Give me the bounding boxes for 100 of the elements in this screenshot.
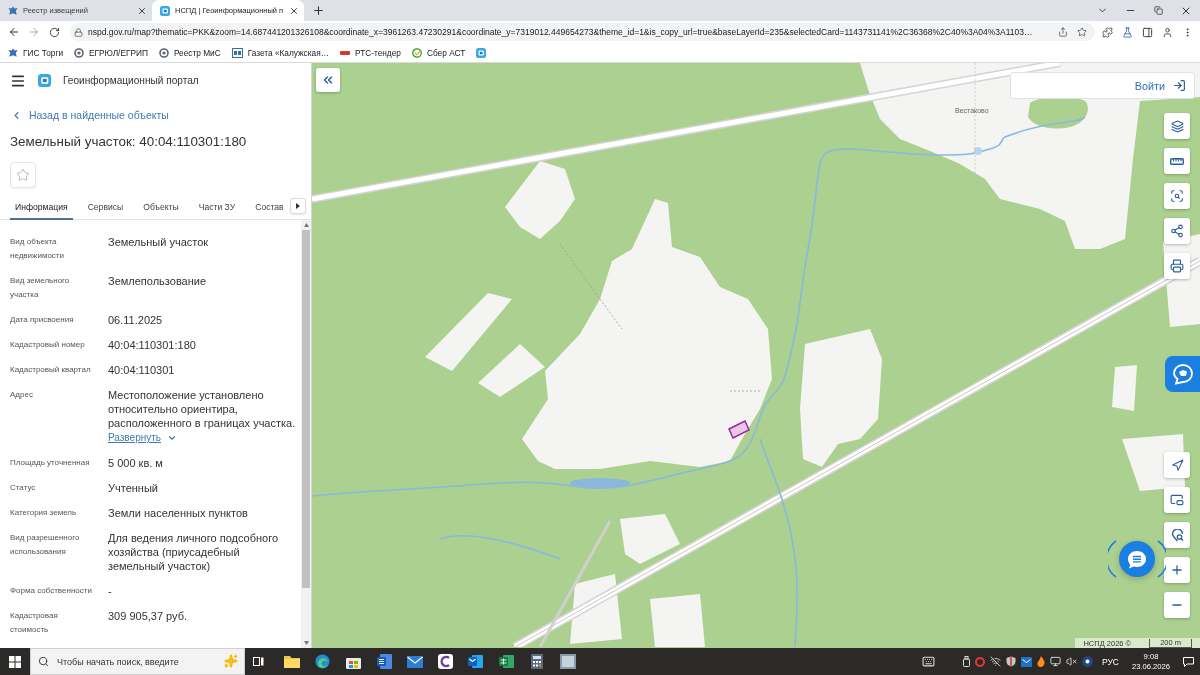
side-tab-button[interactable] [1165, 356, 1200, 392]
task-view-icon[interactable] [252, 656, 264, 667]
document-icon[interactable] [376, 654, 392, 669]
shield-icon[interactable] [1005, 656, 1016, 667]
folder-icon[interactable] [284, 655, 301, 668]
property-label: Статус [10, 482, 37, 494]
monitor-icon[interactable] [1049, 656, 1061, 667]
bookmark-link[interactable]: Сбер АСТ [411, 47, 466, 58]
flame-icon[interactable] [1036, 656, 1045, 667]
address-field[interactable]: nspd.gov.ru/map?thematic=PKK&zoom=14.687441201326108&coordinate_x=3961263.47230291&coordinate_y=7319012.449654273&theme_id=1&is_copy_url=true&baseLayerId=235&selectedCard=1143731141%2C36368%2C40%3A04%3A1103… [70, 23, 1095, 41]
keyboard-icon[interactable] [921, 655, 935, 668]
footpath-line [729, 390, 763, 392]
layers-button[interactable] [1164, 113, 1190, 139]
print-icon [1170, 259, 1184, 273]
panel-tab[interactable]: Информация [10, 195, 73, 220]
property-value: Для ведения личного подсобного хозяйства (приусадебный земельный участок) [108, 531, 280, 573]
location-search-button[interactable] [1164, 522, 1190, 548]
plus-icon [311, 4, 325, 17]
panel-tab[interactable]: Состав [250, 195, 289, 220]
property-label: Вид объекта недвижимости [10, 236, 65, 262]
navigate-button[interactable] [1164, 452, 1190, 478]
scroll-thumb[interactable] [302, 230, 310, 588]
forest-patch [1028, 96, 1088, 129]
parcel-outline[interactable] [728, 420, 750, 439]
envelope-icon[interactable] [406, 655, 423, 668]
usb-drive-icon[interactable] [962, 656, 970, 667]
language-indicator[interactable]: РУС [1101, 656, 1119, 667]
user-icon [1161, 26, 1173, 38]
panel-tab[interactable]: Объекты [138, 195, 184, 220]
tabs-scroll-button[interactable] [290, 198, 306, 214]
close-icon[interactable] [289, 5, 299, 16]
layers-icon [1170, 119, 1184, 133]
picture-icon[interactable] [559, 654, 576, 669]
property-value: Учтенный [108, 481, 158, 495]
zoom-in-button[interactable] [1164, 557, 1190, 583]
envelope-icon[interactable] [1020, 656, 1032, 667]
notification-icon[interactable] [1183, 656, 1194, 667]
scan-search-icon [1170, 189, 1184, 203]
property-label: Площадь уточненная [10, 457, 91, 469]
panel-tab[interactable]: Части ЗУ [193, 195, 241, 220]
search-field[interactable]: Чтобы начать поиск, введите [30, 648, 245, 675]
portal-title: Геоинформационный портал [63, 75, 199, 86]
property-value: 5 000 кв. м [108, 456, 163, 470]
area-select-button[interactable] [1164, 183, 1190, 209]
star-icon[interactable] [1077, 27, 1087, 37]
share-icon[interactable] [1058, 27, 1068, 37]
share-button[interactable] [1164, 218, 1190, 244]
pulse-rings-icon [1108, 537, 1166, 581]
speech-logo-icon [1172, 363, 1194, 385]
property-label: Форма собственности [10, 585, 93, 597]
chevrons-left-icon [321, 73, 335, 87]
restore-icon [1153, 6, 1163, 15]
close-icon[interactable] [137, 5, 147, 16]
property-value: 309 905,37 руб. [108, 609, 188, 623]
back-link[interactable]: Назад в найденные объекты [11, 106, 169, 124]
property-value: Земельный участок [108, 235, 209, 249]
clearing-area [620, 514, 680, 564]
swirl-icon[interactable] [315, 654, 331, 669]
volume-muted-icon[interactable] [1065, 656, 1077, 667]
dot-circle-icon[interactable] [1081, 656, 1093, 667]
lock-icon[interactable] [74, 27, 83, 37]
calculator-icon[interactable] [531, 654, 544, 669]
property-label: Дата присвоения [10, 314, 75, 326]
login-button[interactable]: Войти [1010, 72, 1195, 99]
scrollbar[interactable] [301, 220, 311, 648]
property-value: 40:04:110301 [108, 363, 175, 377]
bookmark-link[interactable]: ГИС Торги [8, 47, 64, 58]
zoom-out-button[interactable] [1164, 592, 1190, 618]
property-value: Землепользование [108, 274, 207, 288]
ruler-icon [1170, 157, 1184, 165]
share-icon [1170, 224, 1184, 238]
ring-icon[interactable] [974, 656, 985, 667]
expand-link[interactable]: Развернуть [108, 431, 177, 445]
arc-icon[interactable] [437, 654, 453, 669]
bookmark-link[interactable]: РТС-тендер [340, 47, 401, 58]
clearing-area [570, 574, 622, 644]
print-button[interactable] [1164, 253, 1190, 279]
spreadsheet-icon[interactable] [498, 654, 514, 669]
bookmark-link[interactable]: ЕГРЮЛ/ЕГРИП [74, 47, 148, 58]
clearing-area [1112, 365, 1137, 411]
emblem-icon [8, 47, 18, 58]
logo-icon [160, 5, 170, 16]
caret-down-icon[interactable] [303, 641, 309, 645]
bookmark-link[interactable]: Реестр МиС [158, 47, 221, 58]
ruler-button[interactable] [1164, 148, 1190, 174]
minimap-button[interactable] [1164, 487, 1190, 513]
picture-in-picture-icon [1170, 493, 1184, 507]
panel-tab[interactable]: Сервисы [82, 195, 129, 220]
chevron-down-icon [167, 433, 177, 443]
bookmark-link[interactable]: Газета «Калужская… [231, 47, 329, 58]
envelope-icon[interactable] [468, 654, 484, 669]
login-icon [1173, 79, 1186, 92]
lake-shape [570, 478, 630, 488]
plus-icon [1170, 563, 1184, 577]
property-value: 06.11.2025 [108, 313, 163, 327]
start-icon [9, 655, 21, 668]
caret-up-icon[interactable] [303, 223, 309, 227]
collapse-panel-button[interactable] [316, 68, 340, 92]
network-off-icon[interactable] [989, 656, 1001, 667]
newspaper-icon [231, 47, 243, 58]
